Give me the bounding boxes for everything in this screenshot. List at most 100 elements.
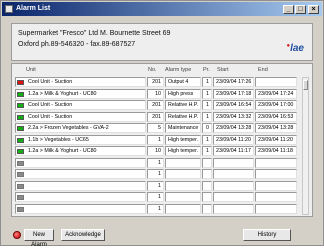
column-header-alarm-type[interactable]: Alarm type (165, 67, 191, 76)
cell-pr: 0 (202, 123, 212, 133)
column-header-start[interactable]: Start (217, 67, 229, 76)
cell-type: Output 4 (165, 77, 201, 87)
cell-no: 1 (147, 157, 164, 168)
title-bar[interactable]: Alarm List _ □ × (2, 2, 322, 16)
status-flag-icon (17, 183, 24, 189)
unit-name: Cool Unit - Suction (28, 113, 73, 120)
cell-unit: 2.2a > Frozen Vegetables - GVA-2 (15, 123, 146, 133)
table-row[interactable]: Cool Unit - Suction 201 Relative H.P. 1 23/0… (15, 100, 301, 110)
cell-no: 10 (147, 88, 164, 99)
new-alarm-button[interactable]: New Alarm (24, 229, 54, 248)
status-flag-icon (17, 114, 24, 120)
cell-start (213, 169, 254, 179)
cell-end: 23/09/04 17:00 (255, 100, 297, 110)
window-title: Alarm List (16, 5, 51, 12)
cell-type (165, 203, 201, 214)
alarm-table: Unit No. Alarm type Pr. Start End Cool U… (11, 63, 313, 217)
table-row[interactable]: 1 (15, 203, 301, 214)
unit-name: 1.2a > Milk & Yoghurt - UC80 (28, 148, 97, 154)
cell-end (255, 77, 297, 87)
cell-type (165, 180, 201, 191)
cell-type: High temper. (165, 134, 201, 145)
table-row[interactable]: Cool Unit - Suction 201 Output 4 1 23/09/04 … (15, 77, 301, 87)
cell-end (255, 192, 297, 202)
cell-start (213, 157, 254, 168)
column-header-unit[interactable]: Unit (26, 67, 36, 76)
cell-pr: 1 (202, 146, 212, 156)
acknowledge-button[interactable]: Acknowledge (61, 229, 105, 241)
cell-end: 23/09/04 11:20 (255, 134, 297, 145)
cell-pr: 1 (202, 111, 212, 122)
status-flag-icon (17, 137, 24, 143)
cell-no: 10 (147, 146, 164, 156)
cell-unit (15, 203, 146, 214)
unit-name: 1.2a > Milk & Yoghurt - UC80 (28, 90, 97, 97)
cell-start (213, 180, 254, 191)
unit-name: Cool Unit - Suction (28, 79, 73, 85)
cell-unit: 1.1b > Vegetables - UC65 (15, 134, 146, 145)
cell-no: 201 (147, 100, 164, 110)
column-header-end[interactable]: End (258, 67, 268, 76)
status-flag-icon (17, 91, 24, 97)
cell-end: 23/09/04 11:18 (255, 146, 297, 156)
cell-start: 23/09/04 11:17 (213, 146, 254, 156)
cell-type (165, 169, 201, 179)
table-row[interactable]: 1.2a > Milk & Yoghurt - UC80 10 High press… (15, 88, 301, 99)
table-row[interactable]: 1 (15, 192, 301, 202)
cell-pr: 1 (202, 134, 212, 145)
cell-no: 1 (147, 180, 164, 191)
cell-unit (15, 192, 146, 202)
unit-name: 2.2a > Frozen Vegetables - GVA-2 (28, 125, 109, 131)
cell-pr: 1 (202, 100, 212, 110)
history-button[interactable]: History (243, 229, 291, 241)
cell-start: 23/09/04 13:28 (213, 123, 254, 133)
cell-end (255, 169, 297, 179)
cell-no: 1 (147, 169, 164, 179)
cell-start: 23/09/04 16:54 (213, 100, 254, 110)
cell-end: 23/09/04 16:53 (255, 111, 297, 122)
cell-start (213, 192, 254, 202)
table-row[interactable]: Cool Unit - Suction 201 Relative H.P. 1 23/0… (15, 111, 301, 122)
close-button[interactable]: × (308, 5, 319, 14)
column-header-no[interactable]: No. (148, 67, 157, 76)
cell-start: 23/09/04 13:32 (213, 111, 254, 122)
cell-pr: 1 (202, 77, 212, 87)
company-logo: ●lae (286, 43, 304, 54)
status-flag-icon (17, 80, 24, 85)
column-header-priority[interactable]: Pr. (203, 67, 210, 76)
table-row[interactable]: 1 (15, 157, 301, 168)
store-name-address: Supermarket "Fresco" Ltd M. Bournette St… (18, 30, 171, 37)
table-row[interactable]: 1 (15, 180, 301, 191)
cell-end (255, 180, 297, 191)
store-city-phone: Oxford ph.89-546320 - fax.89-687527 (18, 41, 136, 48)
unit-name: Cool Unit - Suction (28, 102, 73, 108)
cell-no: 201 (147, 111, 164, 122)
store-info-panel: Supermarket "Fresco" Ltd M. Bournette St… (11, 23, 313, 61)
cell-unit: Cool Unit - Suction (15, 111, 146, 122)
status-flag-icon (17, 160, 24, 166)
table-row[interactable]: 1.1b > Vegetables - UC65 1 High temper. 1 23… (15, 134, 301, 145)
minimize-button[interactable]: _ (283, 5, 294, 14)
maximize-button[interactable]: □ (295, 5, 306, 14)
cell-pr (202, 180, 212, 191)
scroll-thumb[interactable] (303, 80, 308, 90)
status-flag-icon (17, 172, 24, 177)
cell-start (213, 203, 254, 214)
table-row[interactable]: 2.2a > Frozen Vegetables - GVA-2 5 Mainten… (15, 123, 301, 133)
alarm-indicator-icon (13, 231, 21, 239)
cell-start: 23/09/04 17:26 (213, 77, 254, 87)
table-row[interactable]: 1.2a > Milk & Yoghurt - UC80 10 High tempe… (15, 146, 301, 156)
cell-start: 23/09/04 17:18 (213, 88, 254, 99)
cell-type (165, 157, 201, 168)
cell-type: Relative H.P. (165, 111, 201, 122)
cell-pr (202, 203, 212, 214)
cell-unit: 1.2a > Milk & Yoghurt - UC80 (15, 88, 146, 99)
status-flag-icon (17, 195, 24, 200)
cell-pr (202, 192, 212, 202)
cell-type: High temper. (165, 146, 201, 156)
cell-end (255, 157, 297, 168)
cell-pr: 1 (202, 88, 212, 99)
cell-end: 23/09/04 13:28 (255, 123, 297, 133)
table-row[interactable]: 1 (15, 169, 301, 179)
vertical-scrollbar[interactable] (302, 77, 309, 215)
